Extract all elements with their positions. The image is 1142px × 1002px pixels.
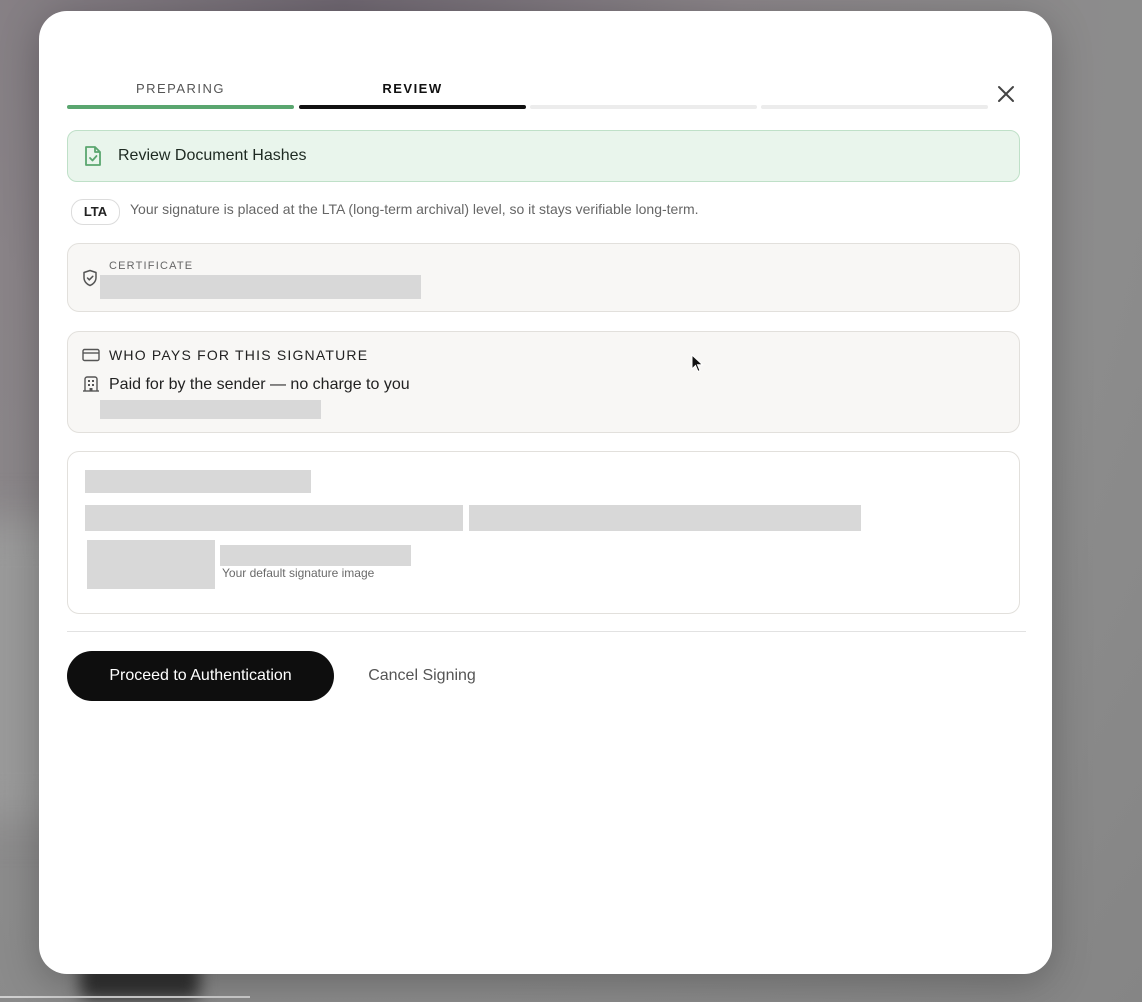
step-bar [299, 105, 526, 109]
cursor-icon [691, 354, 704, 373]
signature-name-placeholder [220, 545, 411, 566]
signature-card: Your default signature image [67, 451, 1020, 614]
backdrop-line [0, 996, 250, 998]
lta-badge: LTA [71, 199, 120, 225]
step-preparing: PREPARING [67, 79, 294, 109]
step-label: PREPARING [135, 81, 226, 96]
payment-detail: Paid for by the sender — no charge to yo… [109, 376, 410, 393]
certificate-placeholder [100, 275, 421, 299]
signature-image-caption: Your default signature image [222, 566, 375, 580]
step-4 [761, 79, 988, 109]
step-label: REVIEW [382, 81, 443, 96]
step-3 [530, 79, 757, 109]
step-progress: PREPARING REVIEW [67, 79, 988, 109]
banner-title: Review Document Hashes [118, 147, 307, 164]
payment-heading: WHO PAYS FOR THIS SIGNATURE [109, 347, 369, 363]
divider [67, 631, 1026, 632]
cancel-button[interactable]: Cancel Signing [352, 651, 492, 701]
building-icon [82, 376, 100, 397]
close-button[interactable] [993, 81, 1019, 107]
step-bar [530, 105, 757, 109]
shield-check-icon [82, 269, 98, 292]
signature-image-placeholder [87, 540, 215, 589]
certificate-card: CERTIFICATE [67, 243, 1020, 312]
lta-description: Your signature is placed at the LTA (lon… [130, 201, 699, 217]
credit-card-icon [82, 348, 100, 367]
step-review: REVIEW [299, 79, 526, 109]
signature-field-placeholder [85, 505, 463, 531]
step-bar [761, 105, 988, 109]
file-check-icon [83, 145, 103, 172]
signature-title-placeholder [85, 470, 311, 493]
certificate-caption: CERTIFICATE [109, 260, 194, 272]
step-bar [67, 105, 294, 109]
proceed-button[interactable]: Proceed to Authentication [67, 651, 334, 701]
review-banner: Review Document Hashes [67, 130, 1020, 182]
signature-field-placeholder [469, 505, 861, 531]
signing-modal: PREPARING REVIEW Review Document Hashes [39, 11, 1052, 974]
payment-placeholder [100, 400, 321, 419]
close-icon [998, 86, 1014, 102]
payment-card: WHO PAYS FOR THIS SIGNATURE Paid for by … [67, 331, 1020, 433]
